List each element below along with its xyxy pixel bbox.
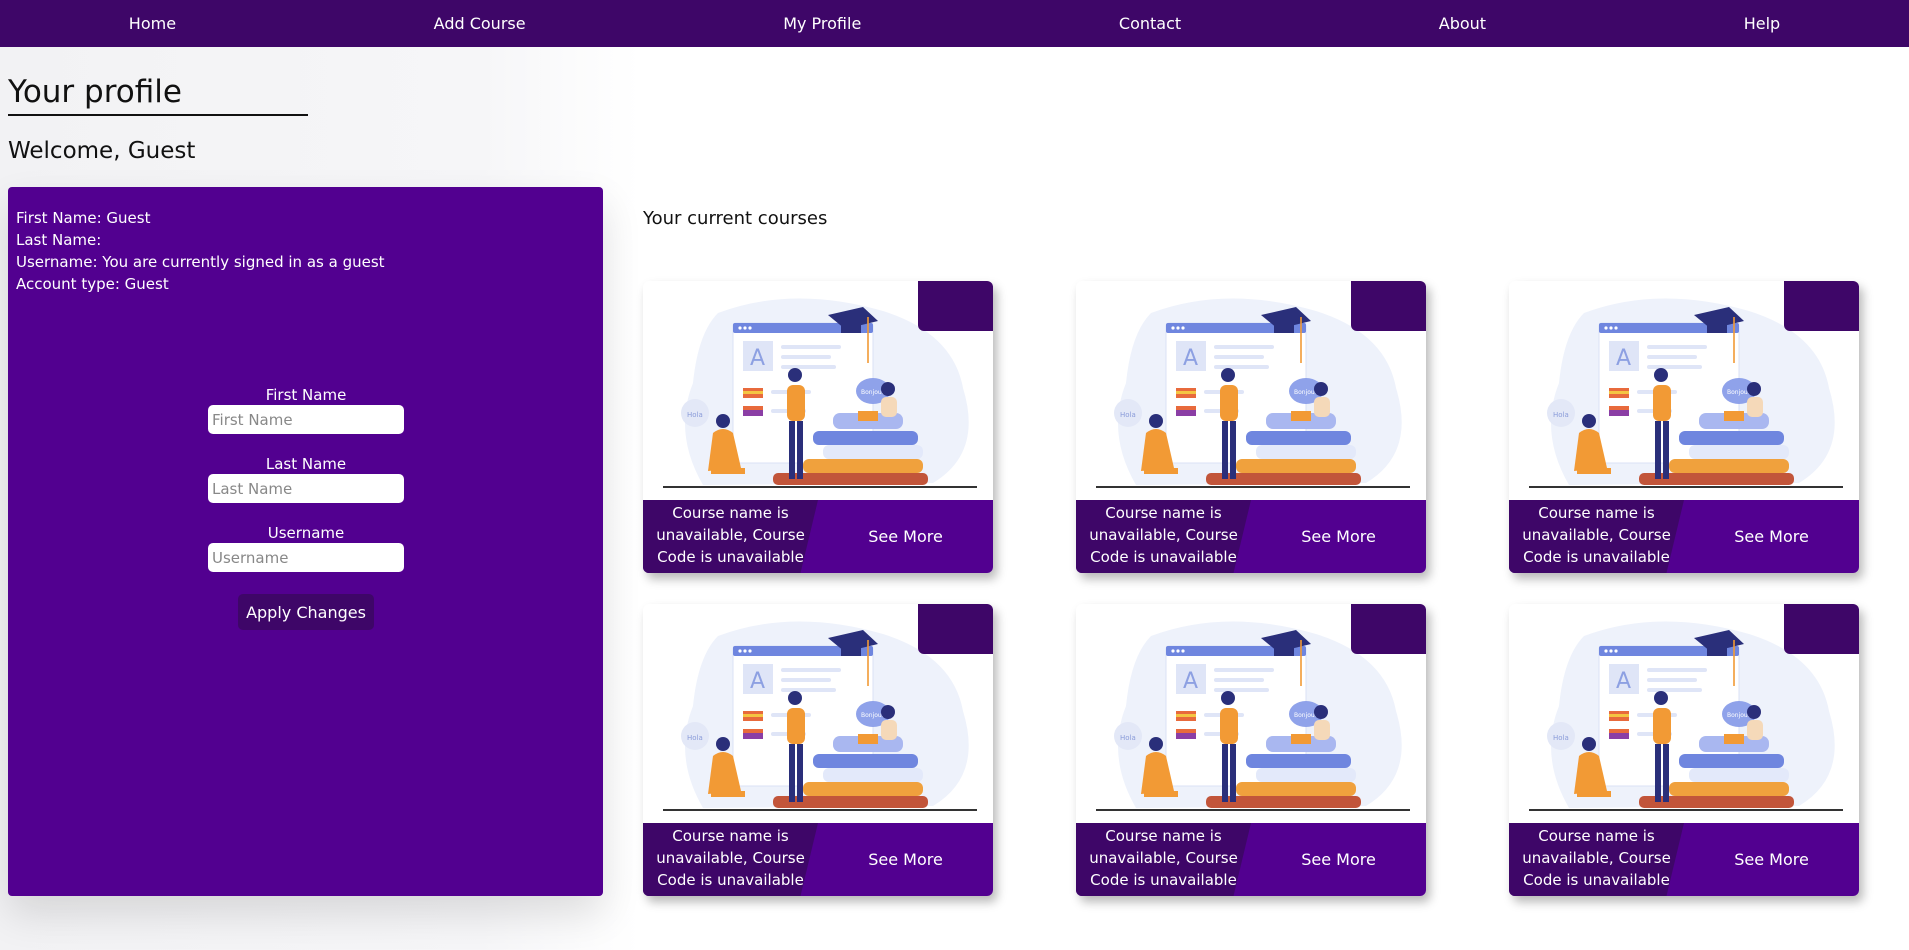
last-name-info: Last Name:	[16, 231, 102, 249]
profile-panel: First Name: Guest Last Name: Username: Y…	[8, 187, 603, 896]
course-card-6: Hola A Bonjour Course name is unavailabl…	[1509, 604, 1859, 896]
profile-info: First Name: Guest Last Name: Username: Y…	[16, 207, 385, 295]
last-name-input[interactable]	[208, 474, 404, 503]
nav-add-course[interactable]: Add Course	[434, 14, 526, 33]
course-name: Course name is unavailable, Course Code …	[656, 504, 805, 566]
svg-text:A: A	[750, 346, 765, 371]
course-footer: Course name is unavailable, Course Code …	[1076, 500, 1426, 573]
course-name: Course name is unavailable, Course Code …	[656, 827, 805, 889]
username-group: Username	[208, 523, 404, 572]
course-name: Course name is unavailable, Course Code …	[1522, 504, 1671, 566]
svg-text:Hola: Hola	[1553, 734, 1569, 742]
top-nav: Home Add Course My Profile Contact About…	[0, 0, 1909, 47]
course-footer: Course name is unavailable, Course Code …	[643, 500, 993, 573]
course-card-5: Hola A Bonjour Course name is unavailabl…	[1076, 604, 1426, 896]
course-card-3: Hola A Bonjour Course name is unavailabl…	[1509, 281, 1859, 573]
course-name: Course name is unavailable, Course Code …	[1089, 504, 1238, 566]
course-badge	[1784, 604, 1859, 654]
apply-changes-button[interactable]: Apply Changes	[238, 594, 374, 630]
first-name-info: First Name: Guest	[16, 209, 151, 227]
see-more-button[interactable]: See More	[1251, 823, 1426, 896]
see-more-button[interactable]: See More	[1684, 823, 1859, 896]
first-name-label: First Name	[265, 386, 347, 404]
svg-text:A: A	[750, 669, 765, 694]
nav-contact[interactable]: Contact	[1119, 14, 1181, 33]
page-title: Your profile	[8, 72, 308, 116]
see-more-button[interactable]: See More	[818, 500, 993, 573]
svg-text:Hola: Hola	[687, 734, 703, 742]
last-name-group: Last Name	[208, 454, 404, 503]
nav-help[interactable]: Help	[1744, 14, 1780, 33]
course-badge	[1351, 604, 1426, 654]
svg-text:A: A	[1183, 669, 1198, 694]
course-badge	[1351, 281, 1426, 331]
see-more-button[interactable]: See More	[1251, 500, 1426, 573]
course-card-4: Hola A Bonjour Course name is unavailabl…	[643, 604, 993, 896]
username-label: Username	[267, 524, 345, 542]
courses-heading: Your current courses	[643, 208, 828, 229]
course-name: Course name is unavailable, Course Code …	[1089, 827, 1238, 889]
username-info: Username: You are currently signed in as…	[16, 253, 385, 271]
see-more-button[interactable]: See More	[1684, 500, 1859, 573]
course-card-2: Hola A Bonjour Course name is unavailabl…	[1076, 281, 1426, 573]
account-type-info: Account type: Guest	[16, 275, 169, 293]
course-badge	[918, 281, 993, 331]
svg-text:Hola: Hola	[1553, 411, 1569, 419]
svg-text:Hola: Hola	[1120, 411, 1136, 419]
course-badge	[918, 604, 993, 654]
welcome-heading: Welcome, Guest	[8, 138, 196, 164]
edit-profile-form: First Name Last Name Username Apply Chan…	[208, 385, 404, 630]
course-badge	[1784, 281, 1859, 331]
course-card-1: Hola A Bonjour Course name is unavailabl…	[643, 281, 993, 573]
last-name-label: Last Name	[265, 455, 347, 473]
first-name-group: First Name	[208, 385, 404, 434]
course-footer: Course name is unavailable, Course Code …	[643, 823, 993, 896]
svg-text:A: A	[1183, 346, 1198, 371]
course-footer: Course name is unavailable, Course Code …	[1509, 500, 1859, 573]
nav-home[interactable]: Home	[129, 14, 176, 33]
svg-text:A: A	[1616, 669, 1631, 694]
course-footer: Course name is unavailable, Course Code …	[1509, 823, 1859, 896]
username-input[interactable]	[208, 543, 404, 572]
first-name-input[interactable]	[208, 405, 404, 434]
course-name: Course name is unavailable, Course Code …	[1522, 827, 1671, 889]
svg-text:A: A	[1616, 346, 1631, 371]
course-footer: Course name is unavailable, Course Code …	[1076, 823, 1426, 896]
nav-about[interactable]: About	[1439, 14, 1486, 33]
nav-my-profile[interactable]: My Profile	[783, 14, 861, 33]
see-more-button[interactable]: See More	[818, 823, 993, 896]
svg-text:Hola: Hola	[687, 411, 703, 419]
svg-text:Hola: Hola	[1120, 734, 1136, 742]
